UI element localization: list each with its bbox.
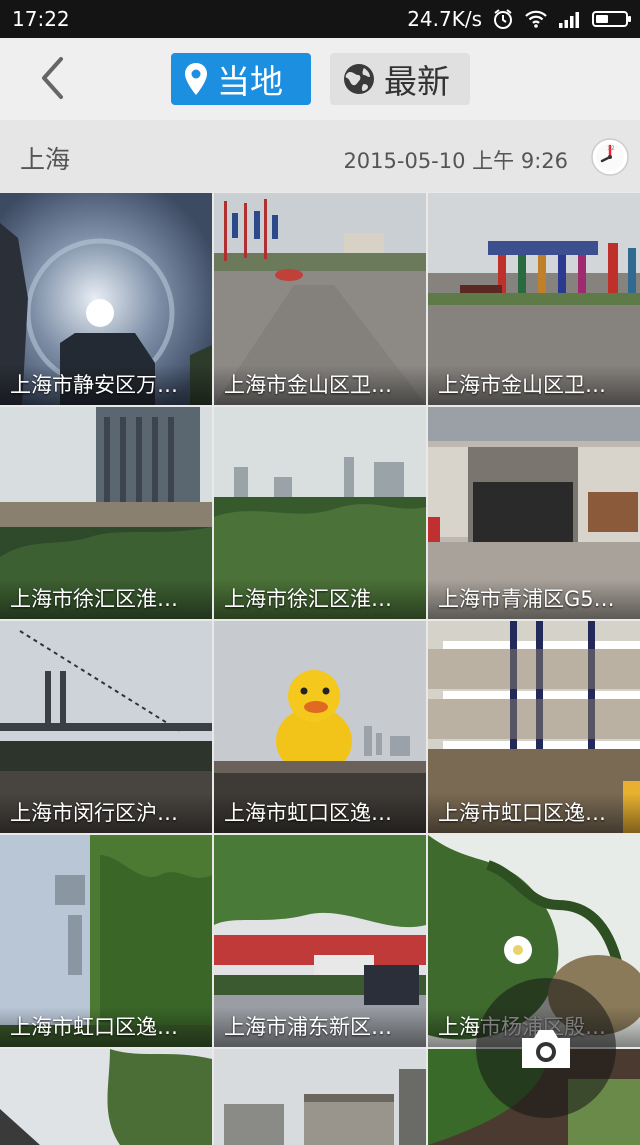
photo-houses bbox=[214, 1049, 426, 1145]
battery-icon bbox=[592, 11, 631, 27]
photo-tile[interactable]: 上海市金山区卫… bbox=[428, 193, 640, 405]
photo-tile[interactable] bbox=[0, 1049, 212, 1145]
photo-tile[interactable]: 上海市徐汇区淮… bbox=[0, 407, 212, 619]
photo-tile[interactable]: 上海市青浦区G5… bbox=[428, 407, 640, 619]
camera-button[interactable] bbox=[476, 978, 616, 1118]
photo-caption: 上海市金山区卫… bbox=[428, 365, 640, 405]
wifi-icon bbox=[524, 9, 548, 29]
photo-tile[interactable]: 上海市虹口区逸… bbox=[0, 835, 212, 1047]
globe-icon bbox=[344, 64, 374, 94]
photo-tile[interactable]: 上海市虹口区逸… bbox=[428, 621, 640, 833]
photo-caption: 上海市浦东新区… bbox=[214, 1007, 426, 1047]
photo-tile[interactable]: 上海市虹口区逸… bbox=[214, 621, 426, 833]
photo-tile[interactable]: 上海市闵行区沪… bbox=[0, 621, 212, 833]
signal-icon bbox=[558, 10, 582, 28]
info-row: 上海 2015-05-10 上午 9:26 12 bbox=[0, 120, 640, 192]
photo-caption: 上海市闵行区沪… bbox=[0, 793, 212, 833]
photo-caption: 上海市静安区万… bbox=[0, 365, 212, 405]
tab-local-label: 当地 bbox=[217, 62, 283, 101]
photo-caption: 上海市徐汇区淮… bbox=[214, 579, 426, 619]
tab-latest[interactable]: 最新 bbox=[330, 53, 470, 105]
back-button[interactable] bbox=[28, 52, 76, 104]
alarm-icon bbox=[492, 8, 514, 30]
photo-caption: 上海市虹口区逸… bbox=[0, 1007, 212, 1047]
photo-caption: 上海市虹口区逸… bbox=[214, 793, 426, 833]
datetime-label: 2015-05-10 上午 9:26 bbox=[343, 149, 568, 173]
tab-latest-label: 最新 bbox=[384, 62, 450, 101]
clock-icon[interactable]: 12 bbox=[590, 137, 630, 177]
photo-tile[interactable]: 上海市徐汇区淮… bbox=[214, 407, 426, 619]
svg-text:12: 12 bbox=[607, 145, 615, 152]
chevron-left-icon bbox=[42, 57, 63, 99]
photo-caption: 上海市金山区卫… bbox=[214, 365, 426, 405]
status-bar: 17:22 24.7K/s bbox=[0, 0, 640, 38]
status-time: 17:22 bbox=[12, 7, 70, 31]
top-bar: 当地 最新 bbox=[0, 38, 640, 120]
photo-caption: 上海市虹口区逸… bbox=[428, 793, 640, 833]
tab-local[interactable]: 当地 bbox=[171, 53, 311, 105]
photo-caption: 上海市徐汇区淮… bbox=[0, 579, 212, 619]
photo-tile[interactable]: 上海市金山区卫… bbox=[214, 193, 426, 405]
photo-caption: 上海市青浦区G5… bbox=[428, 579, 640, 619]
network-speed: 24.7K/s bbox=[407, 7, 482, 31]
photo-tile[interactable]: 上海市浦东新区… bbox=[214, 835, 426, 1047]
camera-icon bbox=[522, 1030, 570, 1068]
location-pin-icon bbox=[185, 63, 207, 95]
photo-tile[interactable]: 上海市静安区万… bbox=[0, 193, 212, 405]
photo-tree-sky bbox=[0, 1049, 212, 1145]
city-label: 上海 bbox=[20, 145, 71, 174]
photo-tile[interactable] bbox=[214, 1049, 426, 1145]
